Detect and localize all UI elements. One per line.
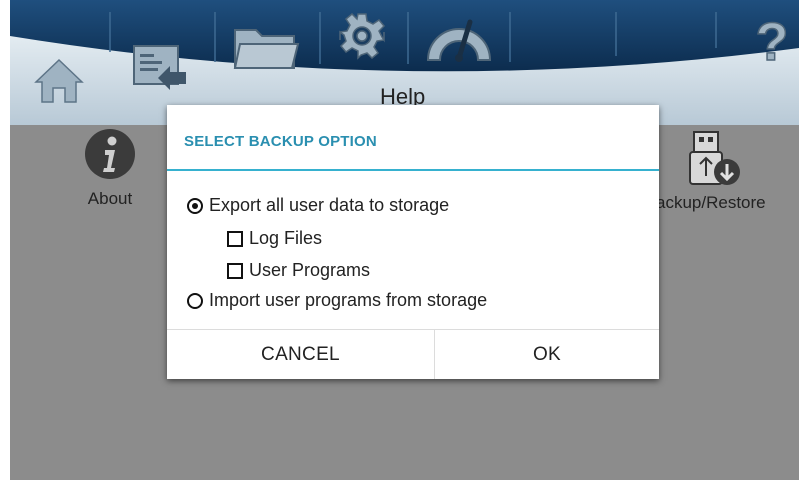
cancel-button[interactable]: CANCEL (167, 330, 434, 379)
backup-restore-tile[interactable]: ackup/Restore (656, 130, 799, 213)
user-programs-option[interactable]: User Programs (227, 260, 370, 281)
gear-icon (339, 12, 386, 60)
settings-button[interactable] (336, 10, 392, 66)
import-option[interactable]: Import user programs from storage (187, 290, 487, 311)
home-button[interactable] (34, 58, 86, 108)
gauge-button[interactable] (422, 10, 498, 66)
app-screen: ? Help About ackup/Restore SELECT BACKUP… (10, 0, 799, 480)
help-icon: ? (755, 11, 790, 73)
export-radio[interactable] (187, 197, 203, 214)
help-button[interactable]: ? (750, 11, 794, 73)
backup-restore-label: ackup/Restore (656, 193, 766, 212)
home-icon (34, 58, 84, 103)
usb-download-icon (689, 131, 740, 185)
user-programs-label: User Programs (249, 260, 371, 280)
about-tile[interactable]: About (70, 128, 150, 209)
import-label: Import user programs from storage (209, 290, 488, 310)
gauge-icon (426, 19, 492, 62)
import-radio[interactable] (187, 292, 203, 309)
backup-option-dialog: SELECT BACKUP OPTION Export all user dat… (167, 105, 659, 379)
dialog-title: SELECT BACKUP OPTION (184, 133, 377, 150)
ok-button[interactable]: OK (435, 330, 659, 379)
log-files-option[interactable]: Log Files (227, 228, 322, 249)
import-icon (133, 45, 186, 90)
log-files-checkbox[interactable] (227, 230, 243, 247)
user-programs-checkbox[interactable] (227, 262, 243, 279)
folder-icon (233, 29, 300, 69)
info-icon (85, 129, 135, 179)
export-label: Export all user data to storage (209, 195, 450, 215)
dialog-title-divider (167, 169, 659, 171)
log-files-label: Log Files (249, 228, 323, 248)
about-label: About (87, 189, 133, 208)
import-button[interactable] (130, 42, 192, 96)
folder-button[interactable] (232, 22, 302, 78)
export-option[interactable]: Export all user data to storage (187, 195, 449, 216)
